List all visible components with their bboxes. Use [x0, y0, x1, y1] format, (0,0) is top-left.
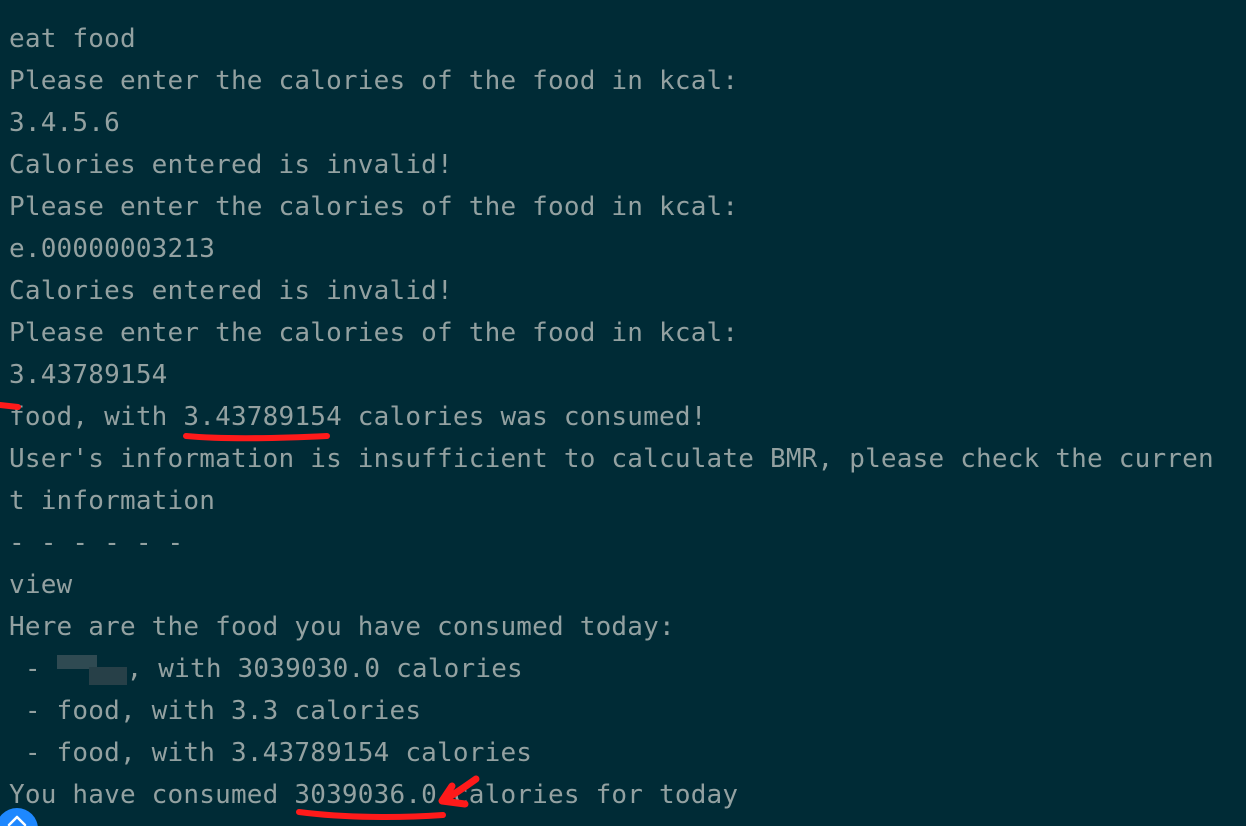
terminal-line-4: Calories entered is invalid!	[9, 150, 453, 180]
terminal-line-15: Here are the food you have consumed toda…	[9, 612, 675, 642]
terminal-line-10: food, with 3.43789154 calories was consu…	[9, 402, 707, 432]
terminal-line-12: t information	[9, 486, 216, 516]
terminal-line-14: view	[9, 570, 73, 600]
terminal-line-11: User's information is insufficient to ca…	[9, 444, 1214, 474]
list-bullet: -	[9, 654, 57, 684]
terminal-line-6: e.00000003213	[9, 234, 216, 264]
terminal-line-9: 3.43789154	[9, 360, 168, 390]
terminal-line-2: Please enter the calories of the food in…	[9, 66, 739, 96]
terminal-line-3: 3.4.5.6	[9, 108, 120, 138]
terminal-line-18: - food, with 3.43789154 calories	[9, 738, 533, 768]
terminal-line-1: eat food	[9, 24, 136, 54]
terminal-line-17: - food, with 3.3 calories	[9, 696, 422, 726]
list-item-text: with 3039030.0 calories	[158, 654, 523, 684]
terminal-line-7: Calories entered is invalid!	[9, 276, 453, 306]
terminal-line-16: - , with 3039030.0 calories	[9, 652, 523, 686]
terminal-line-13: - - - - - -	[9, 528, 184, 558]
terminal-line-8: Please enter the calories of the food in…	[9, 318, 739, 348]
annotation-underline-total	[296, 809, 446, 820]
terminal-line-5: Please enter the calories of the food in…	[9, 192, 739, 222]
chevron-up-icon	[7, 815, 27, 826]
terminal-window[interactable]: eat food Please enter the calories of th…	[0, 0, 1246, 826]
redacted-food-name	[56, 653, 127, 687]
terminal-line-19: You have consumed 3039036.0 calories for…	[9, 780, 739, 810]
list-separator: ,	[126, 654, 159, 684]
annotation-underline-calories	[183, 433, 330, 442]
